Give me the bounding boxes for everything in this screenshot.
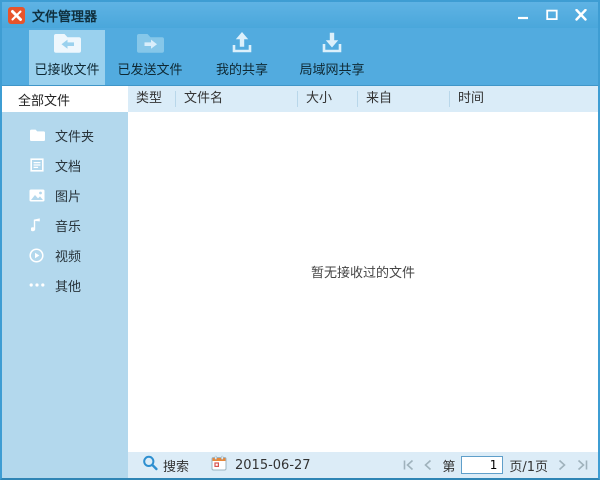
column-header-filename: 文件名 xyxy=(175,91,297,107)
sidebar-selected-label: 全部文件 xyxy=(18,90,70,109)
search-label: 搜索 xyxy=(163,456,189,475)
sidebar-item-music[interactable]: 音乐 xyxy=(2,210,128,240)
folder-arrow-right-icon xyxy=(134,30,166,56)
tab-sent-files[interactable]: 已发送文件 xyxy=(112,30,188,85)
sidebar-item-documents[interactable]: 文档 xyxy=(2,150,128,180)
tab-label: 已接收文件 xyxy=(34,59,99,78)
sidebar-item-folders[interactable]: 文件夹 xyxy=(2,120,128,150)
sidebar-list: 文件夹 文档 xyxy=(2,120,128,300)
column-header-type: 类型 xyxy=(128,91,175,107)
date-value[interactable]: 2015-06-27 xyxy=(235,458,311,473)
column-header-size: 大小 xyxy=(297,91,357,107)
sidebar-item-label: 视频 xyxy=(55,246,81,265)
page-prefix-label: 第 xyxy=(442,456,455,475)
table-header: 类型 文件名 大小 来自 时间 xyxy=(128,86,598,112)
sidebar: 全部文件 文件夹 xyxy=(2,86,128,478)
last-page-button[interactable] xyxy=(574,457,590,473)
empty-state-message: 暂无接收过的文件 xyxy=(311,262,415,281)
first-page-button[interactable] xyxy=(400,457,416,473)
sidebar-item-pictures[interactable]: 图片 xyxy=(2,180,128,210)
folder-arrow-left-icon xyxy=(51,30,83,56)
share-upload-icon xyxy=(227,30,257,56)
sidebar-item-label: 图片 xyxy=(55,186,81,205)
next-page-button[interactable] xyxy=(554,457,570,473)
search-icon xyxy=(142,455,158,475)
image-icon xyxy=(28,189,45,202)
app-logo-icon xyxy=(8,7,25,24)
sidebar-item-label: 文件夹 xyxy=(55,126,94,145)
column-header-time: 时间 xyxy=(449,91,598,107)
previous-page-button[interactable] xyxy=(420,457,436,473)
tab-lan-share[interactable]: 局域网共享 xyxy=(287,30,377,85)
sidebar-item-label: 音乐 xyxy=(55,216,81,235)
date-picker[interactable]: 2015-06-27 xyxy=(211,455,311,475)
document-icon xyxy=(28,158,45,172)
status-bar: 搜索 2015-06-27 xyxy=(128,452,598,478)
video-icon xyxy=(28,248,45,263)
pagination: 第 页/1页 xyxy=(400,456,590,475)
tab-received-files[interactable]: 已接收文件 xyxy=(29,30,105,85)
tab-my-shares[interactable]: 我的共享 xyxy=(204,30,280,85)
close-button[interactable] xyxy=(570,6,592,24)
page-suffix-label: 页/1页 xyxy=(509,456,548,475)
tab-label: 局域网共享 xyxy=(299,59,364,78)
search-button[interactable]: 搜索 xyxy=(142,455,189,475)
tab-label: 已发送文件 xyxy=(117,59,182,78)
tab-label: 我的共享 xyxy=(216,59,268,78)
page-number-input[interactable] xyxy=(461,456,503,474)
sidebar-item-others[interactable]: 其他 xyxy=(2,270,128,300)
calendar-icon xyxy=(211,455,227,475)
title-bar: 文件管理器 xyxy=(2,2,598,28)
sidebar-item-videos[interactable]: 视频 xyxy=(2,240,128,270)
column-header-from: 来自 xyxy=(357,91,449,107)
minimize-button[interactable] xyxy=(512,6,534,24)
maximize-button[interactable] xyxy=(541,6,563,24)
main-area: 全部文件 文件夹 xyxy=(2,86,598,478)
music-icon xyxy=(28,218,45,233)
more-icon xyxy=(28,283,45,287)
window-title: 文件管理器 xyxy=(32,6,97,25)
window-controls xyxy=(512,6,592,24)
file-manager-window: 文件管理器 已接收文件 xyxy=(0,0,600,480)
sidebar-item-label: 文档 xyxy=(55,156,81,175)
share-download-icon xyxy=(317,30,347,56)
toolbar: 已接收文件 已发送文件 我的共享 xyxy=(2,28,598,86)
sidebar-item-label: 其他 xyxy=(55,276,81,295)
file-list-content: 暂无接收过的文件 xyxy=(128,112,598,452)
folder-icon xyxy=(28,128,45,142)
file-list-panel: 类型 文件名 大小 来自 时间 暂无接收过的文件 搜索 xyxy=(128,86,598,478)
sidebar-item-all-files[interactable]: 全部文件 xyxy=(2,86,128,112)
